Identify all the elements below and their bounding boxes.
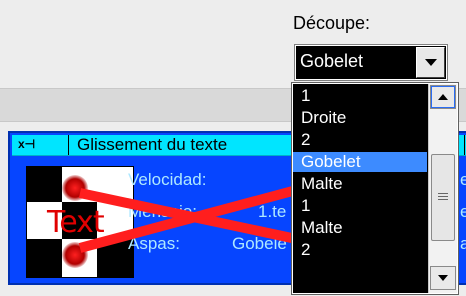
combo-dropdown-button[interactable] — [416, 47, 445, 78]
list-item[interactable]: Malte — [293, 218, 427, 238]
checker-square — [27, 239, 62, 277]
checker-square — [27, 167, 62, 202]
decoupe-dropdown-list[interactable]: 1 Droite 2 Gobelet Malte 1 Malte 2 — [292, 83, 458, 294]
thumbnail-text: Text — [47, 205, 105, 240]
effect-thumbnail[interactable]: Text — [26, 166, 134, 278]
list-item[interactable]: 2 — [293, 240, 427, 260]
scroll-down-button[interactable] — [430, 266, 456, 290]
list-item[interactable]: 2 — [293, 130, 427, 150]
chevron-down-icon — [438, 275, 448, 281]
list-item-selected[interactable]: Gobelet — [293, 152, 427, 172]
cut-text: el — [460, 170, 466, 189]
grip-line — [438, 193, 448, 194]
list-item[interactable]: Malte — [293, 174, 427, 194]
scroll-up-button[interactable] — [430, 85, 456, 109]
field-label-velocidad: Velocidad: — [128, 170, 207, 189]
grip-line — [438, 199, 448, 200]
pin-icon[interactable]: x⊣ — [18, 137, 35, 151]
field-value-mensaje[interactable]: 1.te — [258, 202, 286, 222]
list-item[interactable]: 1 — [293, 86, 427, 106]
list-scrollbar[interactable] — [428, 84, 457, 293]
decoupe-combo[interactable]: Gobelet — [295, 45, 447, 80]
title-separator — [68, 135, 69, 155]
cut-text: ep — [460, 202, 466, 221]
panel-title: Glissement du texte — [77, 135, 228, 154]
grip-line — [438, 196, 448, 197]
tab-separator — [464, 135, 465, 155]
chevron-down-icon — [424, 59, 437, 66]
decoupe-combo-value: Gobelet — [300, 51, 364, 71]
cut-text: au — [460, 234, 466, 253]
list-item[interactable]: Droite — [293, 108, 427, 128]
chevron-up-icon — [438, 94, 448, 100]
stage: Découpe: Gobelet x⊣ Glissement du texte … — [0, 0, 466, 296]
list-item[interactable]: 1 — [293, 196, 427, 216]
scroll-thumb[interactable] — [431, 154, 455, 241]
decoupe-label: Découpe: — [293, 13, 371, 33]
